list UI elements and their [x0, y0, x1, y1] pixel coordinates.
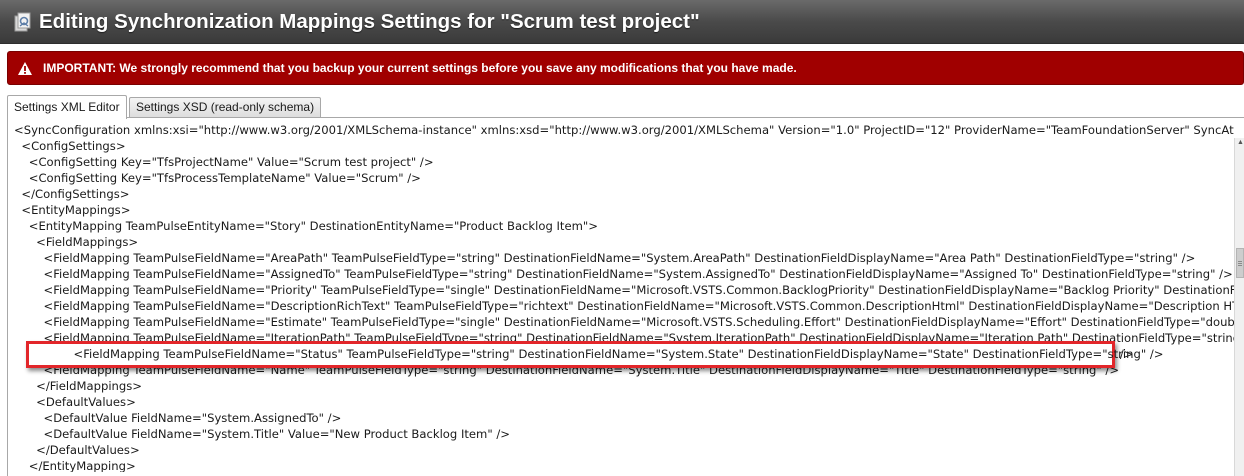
scroll-up-icon[interactable]: ▲ — [1236, 138, 1244, 148]
sync-settings-icon — [14, 11, 32, 33]
code-line: <EntityMappings> — [14, 203, 131, 217]
code-line: <ConfigSettings> — [14, 139, 126, 153]
tab-settings-xml-editor[interactable]: Settings XML Editor — [7, 95, 127, 119]
code-line: </FieldMappings> — [14, 379, 143, 393]
code-line: <DefaultValue FieldName="System.Assigned… — [14, 411, 342, 425]
code-line: <ConfigSetting Key="TfsProjectName" Valu… — [14, 155, 434, 169]
code-line: <FieldMapping TeamPulseFieldName="AreaPa… — [14, 251, 1196, 265]
tab-settings-xsd[interactable]: Settings XSD (read-only schema) — [129, 97, 322, 118]
scrollbar-thumb[interactable] — [1236, 248, 1244, 278]
highlighted-code-line: <FieldMapping TeamPulseFieldName="Status… — [44, 347, 1164, 361]
code-line: <FieldMapping TeamPulseFieldName="Priori… — [14, 283, 1234, 297]
window-title: Editing Synchronization Mappings Setting… — [39, 9, 700, 33]
code-line: <FieldMapping TeamPulseFieldName="Assign… — [14, 267, 1233, 281]
code-line: <DefaultValue FieldName="System.Title" V… — [14, 427, 510, 441]
code-line: <FieldMapping TeamPulseFieldName="Descri… — [14, 299, 1234, 313]
highlighted-status-mapping: <FieldMapping TeamPulseFieldName="Status… — [26, 341, 1163, 368]
code-line: </ConfigSettings> — [14, 187, 130, 201]
code-line: <FieldMapping TeamPulseFieldName="Estima… — [14, 315, 1234, 329]
code-line: </DefaultValues> — [14, 443, 140, 457]
code-line: <EntityMapping TeamPulseEntityName="Stor… — [14, 219, 598, 233]
editor-tabs: Settings XML Editor Settings XSD (read-o… — [7, 95, 1244, 119]
code-line: <ConfigSetting Key="TfsProcessTemplateNa… — [14, 171, 421, 185]
code-line: <SyncConfiguration xmlns:xsi="http://www… — [14, 123, 1234, 137]
xml-editor[interactable]: <SyncConfiguration xmlns:xsi="http://www… — [7, 117, 1244, 476]
backup-warning-banner: IMPORTANT: We strongly recommend that yo… — [7, 51, 1244, 85]
xml-code-area[interactable]: <SyncConfiguration xmlns:xsi="http://www… — [14, 122, 1234, 472]
code-line: </EntityMapping> — [14, 459, 136, 472]
warning-text: IMPORTANT: We strongly recommend that yo… — [43, 61, 797, 75]
vertical-scrollbar[interactable]: ▲ — [1234, 138, 1244, 476]
window-titlebar: Editing Synchronization Mappings Setting… — [0, 0, 1244, 44]
warning-triangle-icon — [17, 61, 33, 76]
code-line: <DefaultValues> — [14, 395, 136, 409]
code-line: <FieldMappings> — [14, 235, 139, 249]
